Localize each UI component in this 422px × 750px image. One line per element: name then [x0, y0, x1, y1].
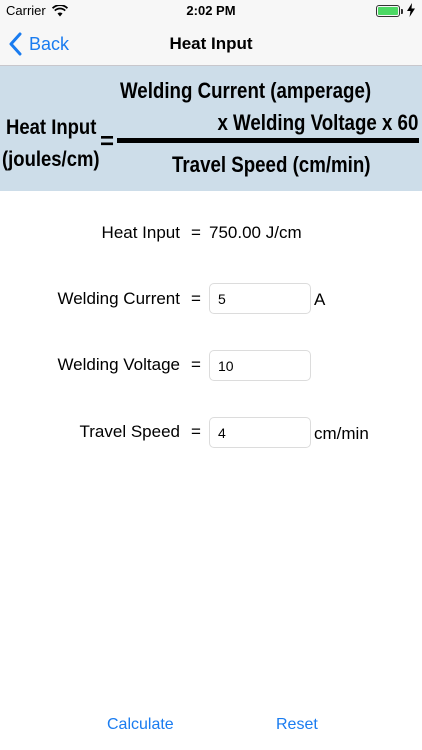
welding-voltage-label: Welding Voltage: [57, 355, 180, 374]
page-title: Heat Input: [169, 34, 253, 53]
formula-numerator-line2: x Welding Voltage x 60: [217, 110, 418, 135]
fraction-bar: [117, 138, 419, 143]
battery-icon: [376, 5, 400, 17]
charging-bolt-icon: [407, 3, 415, 17]
battery-tip: [401, 9, 403, 14]
travel-speed-equals: =: [191, 422, 201, 441]
navigation-bar: Back Heat Input: [0, 22, 422, 66]
welding-voltage-equals: =: [191, 355, 201, 374]
heat-input-equals: =: [191, 223, 201, 242]
welding-current-unit: A: [314, 290, 326, 309]
travel-speed-field[interactable]: [209, 417, 311, 448]
screen: Carrier 2:02 PM Back Heat Input Heat Inp…: [0, 0, 422, 750]
travel-speed-unit: cm/min: [314, 424, 369, 443]
reset-button[interactable]: Reset: [276, 716, 318, 734]
travel-speed-label: Travel Speed: [79, 422, 180, 441]
welding-voltage-field[interactable]: [209, 350, 311, 381]
heat-input-result: 750.00 J/cm: [209, 223, 302, 242]
calculate-button[interactable]: Calculate: [107, 716, 174, 734]
status-bar: Carrier 2:02 PM: [0, 0, 422, 22]
formula-numerator-line1: Welding Current (amperage): [120, 78, 372, 103]
welding-current-label: Welding Current: [57, 289, 180, 308]
clock: 2:02 PM: [186, 3, 236, 18]
formula-denominator: Travel Speed (cm/min): [172, 152, 371, 177]
formula-banner: Heat Input (joules/cm) = Welding Current…: [0, 66, 422, 191]
welding-current-equals: =: [191, 289, 201, 308]
formula-lhs-line1: Heat Input: [6, 116, 97, 139]
formula-lhs-line2: (joules/cm): [2, 148, 100, 171]
formula-equals: =: [100, 128, 115, 155]
welding-current-field[interactable]: [209, 283, 311, 314]
heat-input-label: Heat Input: [101, 223, 180, 242]
